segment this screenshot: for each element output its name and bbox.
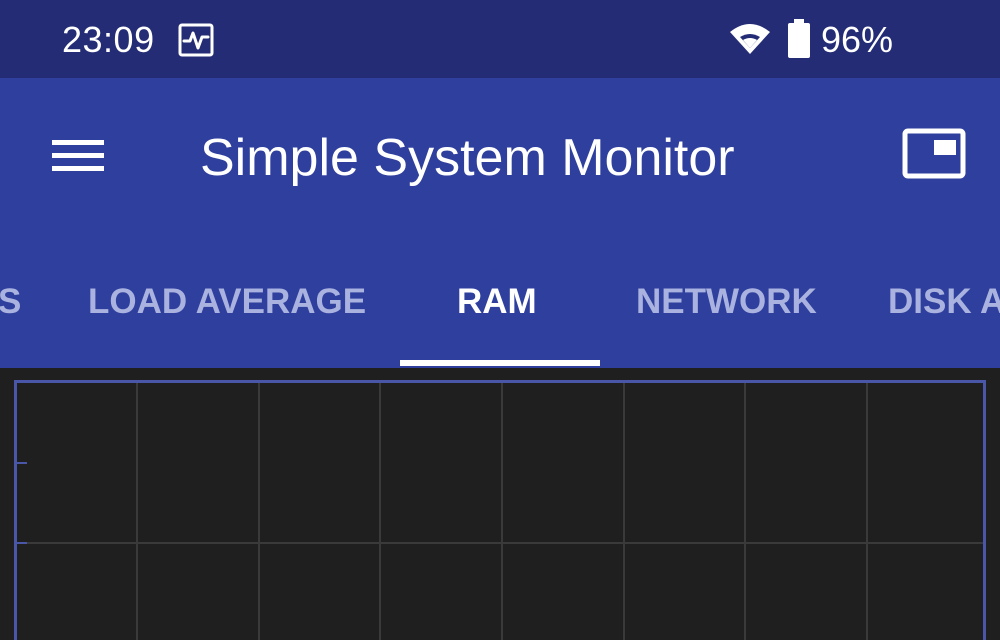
hamburger-menu-icon[interactable] xyxy=(44,128,110,182)
tab-load-average[interactable]: LOAD AVERAGE xyxy=(88,278,366,326)
tab-network[interactable]: NETWORK xyxy=(636,278,817,326)
wifi-icon xyxy=(730,24,770,54)
active-tab-indicator xyxy=(400,360,600,366)
battery-icon xyxy=(788,19,810,58)
tab-partial-left[interactable]: S xyxy=(0,278,21,326)
app-title: Simple System Monitor xyxy=(200,129,735,187)
ram-graph xyxy=(14,380,986,640)
activity-monitor-icon xyxy=(178,23,214,57)
status-time: 23:09 xyxy=(62,19,155,60)
graph-grid xyxy=(17,383,983,640)
battery-percentage: 96% xyxy=(821,19,894,60)
tab-ram[interactable]: RAM xyxy=(457,278,537,326)
picture-in-picture-icon[interactable] xyxy=(896,126,972,186)
tab-bar: S LOAD AVERAGE RAM NETWORK DISK A xyxy=(0,258,1000,368)
app-bar: Simple System Monitor S LOAD AVERAGE RAM… xyxy=(0,78,1000,368)
status-bar: 23:09 96% xyxy=(0,0,1000,78)
tab-disk-activity[interactable]: DISK A xyxy=(888,278,1000,326)
